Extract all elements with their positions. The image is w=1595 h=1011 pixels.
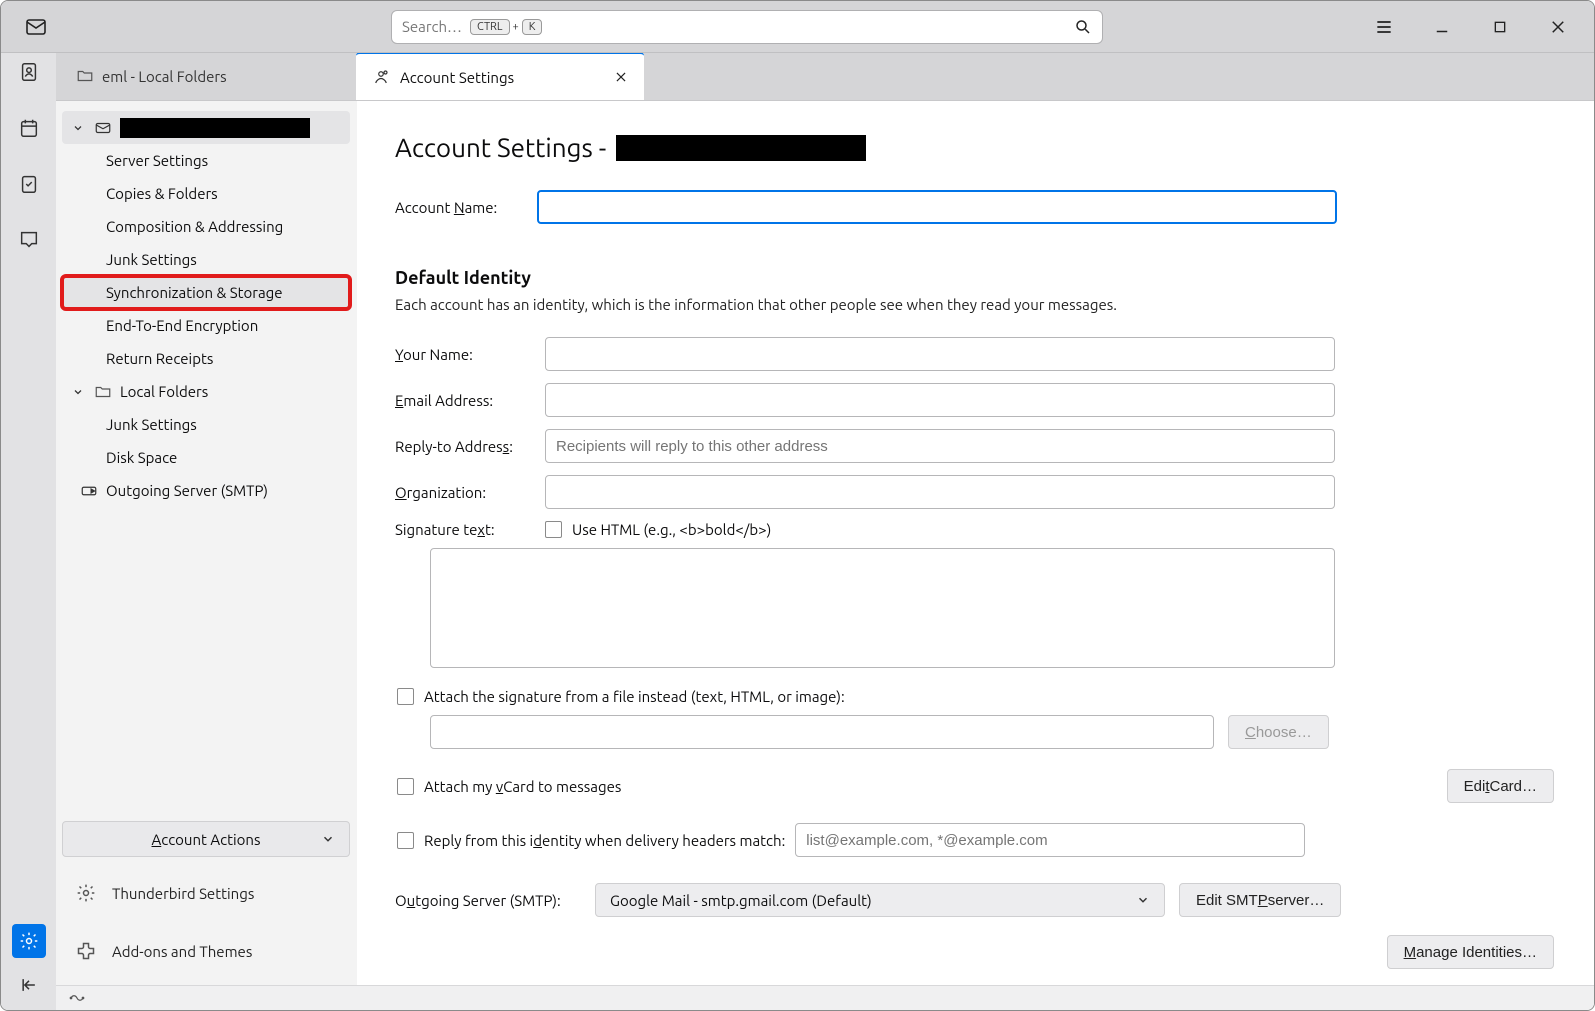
titlebar: Search… CTRL + K — [1, 1, 1594, 53]
close-window-icon[interactable] — [1546, 15, 1570, 39]
reply-to-label: Reply-to Address: — [395, 438, 545, 455]
organization-input[interactable] — [545, 475, 1335, 509]
account-actions-label: ccount Actions — [161, 831, 260, 848]
kbd-ctrl: CTRL — [470, 19, 510, 35]
attach-file-label: Attach the signature from a file instead… — [424, 688, 845, 705]
local-folders-label: Local Folders — [120, 383, 208, 400]
sidebar-item-copies-folders[interactable]: Copies & Folders — [62, 177, 350, 210]
account-settings-icon — [372, 68, 390, 86]
email-label: Email Address: — [395, 392, 545, 409]
edit-smtp-button[interactable]: Edit SMTP server… — [1179, 883, 1341, 917]
reply-match-label: Reply from this identity when delivery h… — [424, 832, 785, 849]
sync-activity-icon — [68, 992, 86, 1004]
account-name-redacted — [120, 118, 310, 138]
accounts-sidebar: Server Settings Copies & Folders Composi… — [56, 101, 357, 985]
tab-folder-label: eml - Local Folders — [102, 68, 227, 85]
account-actions-button[interactable]: Account Actions — [62, 821, 350, 857]
account-name-input[interactable] — [537, 190, 1337, 224]
search-icon[interactable] — [1074, 18, 1092, 36]
folder-icon — [76, 67, 94, 85]
sidebar-item-junk-settings[interactable]: Junk Settings — [62, 243, 350, 276]
attach-vcard-label: Attach my vCard to messages — [424, 778, 621, 795]
calendar-icon[interactable] — [16, 115, 42, 141]
settings-content: Account Settings - Account Name: Default… — [357, 101, 1594, 985]
smtp-select-value: Google Mail - smtp.gmail.com (Default) — [610, 892, 872, 909]
settings-space-icon[interactable] — [12, 924, 46, 958]
use-html-label: Use HTML (e.g., <b>bold</b>) — [572, 521, 771, 538]
collapse-rail-icon[interactable] — [16, 972, 42, 998]
smtp-icon — [80, 482, 98, 500]
chevron-down-icon — [1136, 893, 1150, 907]
maximize-icon[interactable] — [1488, 15, 1512, 39]
tab-strip: eml - Local Folders Account Settings — [56, 53, 1594, 101]
search-placeholder: Search… — [402, 18, 462, 35]
mail-app-icon — [24, 15, 48, 39]
signature-textarea[interactable] — [430, 548, 1335, 668]
spaces-toolbar — [1, 53, 56, 1010]
sidebar-item-server-settings[interactable]: Server Settings — [62, 144, 350, 177]
signature-file-input[interactable] — [430, 715, 1214, 749]
address-book-icon[interactable] — [16, 59, 42, 85]
reply-to-input[interactable] — [545, 429, 1335, 463]
chevron-down-icon[interactable] — [70, 122, 86, 134]
sidebar-item-e2e-encryption[interactable]: End-To-End Encryption — [62, 309, 350, 342]
mail-account-icon — [94, 119, 112, 137]
edit-card-button[interactable]: Edit Card… — [1447, 769, 1554, 803]
attach-vcard-checkbox[interactable] — [397, 778, 414, 795]
status-bar — [56, 985, 1594, 1010]
minimize-icon[interactable] — [1430, 15, 1454, 39]
reply-match-input[interactable] — [795, 823, 1305, 857]
sidebar-item-return-receipts[interactable]: Return Receipts — [62, 342, 350, 375]
sidebar-item-disk-space[interactable]: Disk Space — [62, 441, 350, 474]
identity-description: Each account has an identity, which is t… — [395, 296, 1554, 313]
attach-file-checkbox[interactable] — [397, 688, 414, 705]
thunderbird-settings-link[interactable]: Thunderbird Settings — [62, 871, 350, 915]
addons-themes-link[interactable]: Add-ons and Themes — [62, 929, 350, 973]
close-tab-icon[interactable] — [524, 70, 628, 84]
account-email-redacted — [616, 135, 866, 161]
sidebar-item-sync-storage[interactable]: Synchronization & Storage — [62, 276, 350, 309]
global-search[interactable]: Search… CTRL + K — [391, 10, 1103, 44]
page-title: Account Settings - — [395, 133, 1554, 162]
tasks-icon[interactable] — [16, 171, 42, 197]
local-folders-row[interactable]: Local Folders — [62, 375, 350, 408]
organization-label: Organization: — [395, 484, 545, 501]
tab-settings-label: Account Settings — [400, 69, 514, 86]
choose-file-button[interactable]: Choose… — [1228, 715, 1329, 749]
smtp-label: Outgoing Server (SMTP): — [395, 892, 581, 909]
sidebar-item-local-junk[interactable]: Junk Settings — [62, 408, 350, 441]
gear-icon — [76, 883, 96, 903]
hamburger-menu-icon[interactable] — [1372, 15, 1396, 39]
kbd-k: K — [522, 19, 543, 35]
default-identity-heading: Default Identity — [395, 268, 1554, 288]
your-name-input[interactable] — [545, 337, 1335, 371]
smtp-select[interactable]: Google Mail - smtp.gmail.com (Default) — [595, 883, 1165, 917]
email-input[interactable] — [545, 383, 1335, 417]
signature-text-label: Signature text: — [395, 521, 545, 538]
manage-identities-button[interactable]: Manage Identities… — [1387, 935, 1554, 969]
use-html-checkbox[interactable] — [545, 521, 562, 538]
tab-account-settings[interactable]: Account Settings — [356, 53, 644, 100]
puzzle-icon — [76, 941, 96, 961]
chevron-down-icon — [321, 832, 335, 846]
sidebar-item-outgoing-smtp[interactable]: Outgoing Server (SMTP) — [62, 474, 350, 507]
sidebar-item-composition-addressing[interactable]: Composition & Addressing — [62, 210, 350, 243]
folder-icon — [94, 383, 112, 401]
tab-folder[interactable]: eml - Local Folders — [56, 53, 356, 100]
chat-icon[interactable] — [16, 227, 42, 253]
account-row[interactable] — [62, 111, 350, 144]
your-name-label: Your Name: — [395, 346, 545, 363]
reply-match-checkbox[interactable] — [397, 832, 414, 849]
chevron-down-icon[interactable] — [70, 386, 86, 398]
account-name-label: Account Name: — [395, 199, 537, 216]
